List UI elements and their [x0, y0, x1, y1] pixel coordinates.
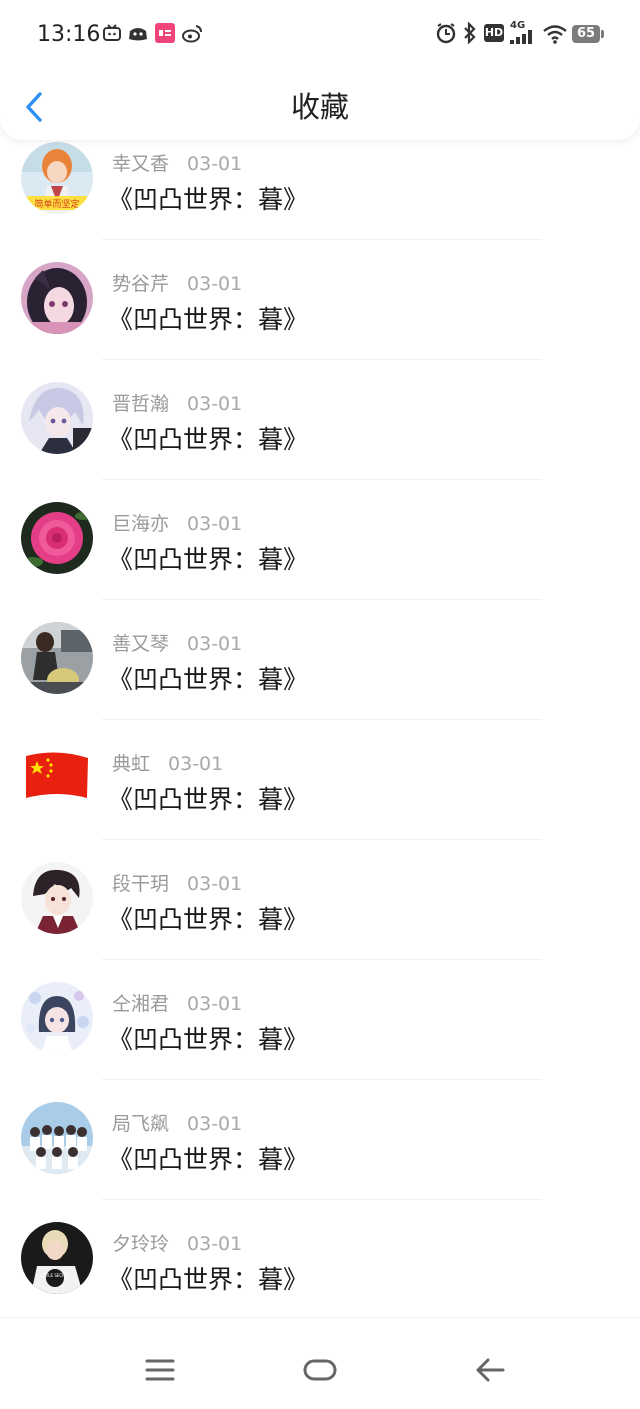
favorite-item[interactable]: 善又琴 03-01 《凹凸世界：暮》	[0, 600, 640, 720]
user-avatar[interactable]	[21, 862, 93, 934]
user-avatar[interactable]	[21, 382, 93, 454]
favorite-item[interactable]: 局飞飙 03-01 《凹凸世界：暮》	[0, 1080, 640, 1200]
item-meta: 幸又香 03-01	[112, 149, 242, 176]
pink-app-icon	[155, 23, 175, 43]
wifi-icon	[543, 25, 567, 44]
sticker-caption: 简单而坚定	[34, 198, 79, 210]
book-title[interactable]: 《凹凸世界：暮》	[108, 300, 308, 336]
user-name: 仝湘君	[112, 993, 170, 1015]
system-nav-bar	[0, 1317, 640, 1409]
book-title[interactable]: 《凹凸世界：暮》	[108, 540, 308, 576]
favorite-item[interactable]: 晋哲瀚 03-01 《凹凸世界：暮》	[0, 360, 640, 480]
user-name: 巨海亦	[112, 513, 170, 535]
system-back-button[interactable]	[474, 1356, 506, 1384]
item-meta: 局飞飙 03-01	[112, 1109, 242, 1136]
tv-app-icon	[103, 24, 121, 41]
favorites-list[interactable]: 简单而坚定 幸又香 03-01 《凹凸世界：暮》 势谷芹 03-01 《凹凸世界：暮…	[0, 120, 640, 1317]
item-meta: 巨海亦 03-01	[112, 509, 242, 536]
alarm-icon	[436, 23, 456, 44]
item-date: 03-01	[187, 393, 243, 415]
user-avatar[interactable]	[21, 982, 93, 1054]
user-name: 势谷芹	[112, 273, 170, 295]
game-controller-icon	[129, 28, 147, 41]
user-name: 段干玥	[112, 873, 170, 895]
status-bar: 13:16 HD 4G 65	[0, 0, 640, 70]
favorite-item[interactable]: 典虹 03-01 《凹凸世界：暮》	[0, 720, 640, 840]
item-date: 03-01	[168, 753, 224, 775]
book-title[interactable]: 《凹凸世界：暮》	[108, 1020, 308, 1056]
user-avatar[interactable]	[21, 742, 93, 814]
recent-apps-button[interactable]	[144, 1358, 176, 1382]
user-name: 幸又香	[112, 153, 170, 175]
book-title[interactable]: 《凹凸世界：暮》	[108, 780, 308, 816]
item-date: 03-01	[187, 1233, 243, 1255]
item-meta: 晋哲瀚 03-01	[112, 389, 242, 416]
user-avatar[interactable]	[21, 1102, 93, 1174]
item-date: 03-01	[187, 993, 243, 1015]
item-meta: 段干玥 03-01	[112, 869, 242, 896]
cellular-signal-icon	[510, 30, 532, 44]
item-date: 03-01	[187, 633, 243, 655]
user-name: 善又琴	[112, 633, 170, 655]
battery-tip	[601, 30, 604, 38]
user-name: 典虹	[112, 753, 151, 775]
user-avatar[interactable]	[21, 262, 93, 334]
user-name: 晋哲瀚	[112, 393, 170, 415]
item-meta: 势谷芹 03-01	[112, 269, 242, 296]
bluetooth-icon	[464, 22, 476, 44]
book-title[interactable]: 《凹凸世界：暮》	[108, 900, 308, 936]
hd-badge: HD	[484, 24, 504, 42]
page-title: 收藏	[290, 90, 349, 124]
user-name: 局飞飙	[112, 1113, 170, 1135]
weibo-icon	[182, 25, 202, 43]
favorite-item[interactable]: LITTLE SECRET 夕玲玲 03-01 《凹凸世界：暮》	[0, 1200, 640, 1317]
shirt-text: LITTLE SECRET	[40, 1273, 70, 1278]
favorite-item[interactable]: 段干玥 03-01 《凹凸世界：暮》	[0, 840, 640, 960]
book-title[interactable]: 《凹凸世界：暮》	[108, 660, 308, 696]
user-avatar[interactable]	[21, 502, 93, 574]
item-date: 03-01	[187, 873, 243, 895]
user-avatar[interactable]	[21, 622, 93, 694]
item-date: 03-01	[187, 273, 243, 295]
book-title[interactable]: 《凹凸世界：暮》	[108, 1260, 308, 1296]
app-header: 13:16 HD 4G 65 收藏	[0, 0, 640, 140]
item-date: 03-01	[187, 1113, 243, 1135]
item-date: 03-01	[187, 513, 243, 535]
user-name: 夕玲玲	[112, 1233, 170, 1255]
book-title[interactable]: 《凹凸世界：暮》	[108, 180, 308, 216]
home-button[interactable]	[302, 1358, 338, 1382]
favorite-item[interactable]: 巨海亦 03-01 《凹凸世界：暮》	[0, 480, 640, 600]
book-title[interactable]: 《凹凸世界：暮》	[108, 1140, 308, 1176]
battery-level: 65	[572, 25, 600, 43]
status-time: 13:16	[37, 22, 101, 47]
user-avatar[interactable]: 简单而坚定	[21, 142, 93, 214]
item-meta: 善又琴 03-01	[112, 629, 242, 656]
favorite-item[interactable]: 仝湘君 03-01 《凹凸世界：暮》	[0, 960, 640, 1080]
user-avatar[interactable]: LITTLE SECRET	[21, 1222, 93, 1294]
item-meta: 仝湘君 03-01	[112, 989, 242, 1016]
item-meta: 夕玲玲 03-01	[112, 1229, 242, 1256]
book-title[interactable]: 《凹凸世界：暮》	[108, 420, 308, 456]
favorite-item[interactable]: 势谷芹 03-01 《凹凸世界：暮》	[0, 240, 640, 360]
item-date: 03-01	[187, 153, 243, 175]
item-meta: 典虹 03-01	[112, 749, 223, 776]
